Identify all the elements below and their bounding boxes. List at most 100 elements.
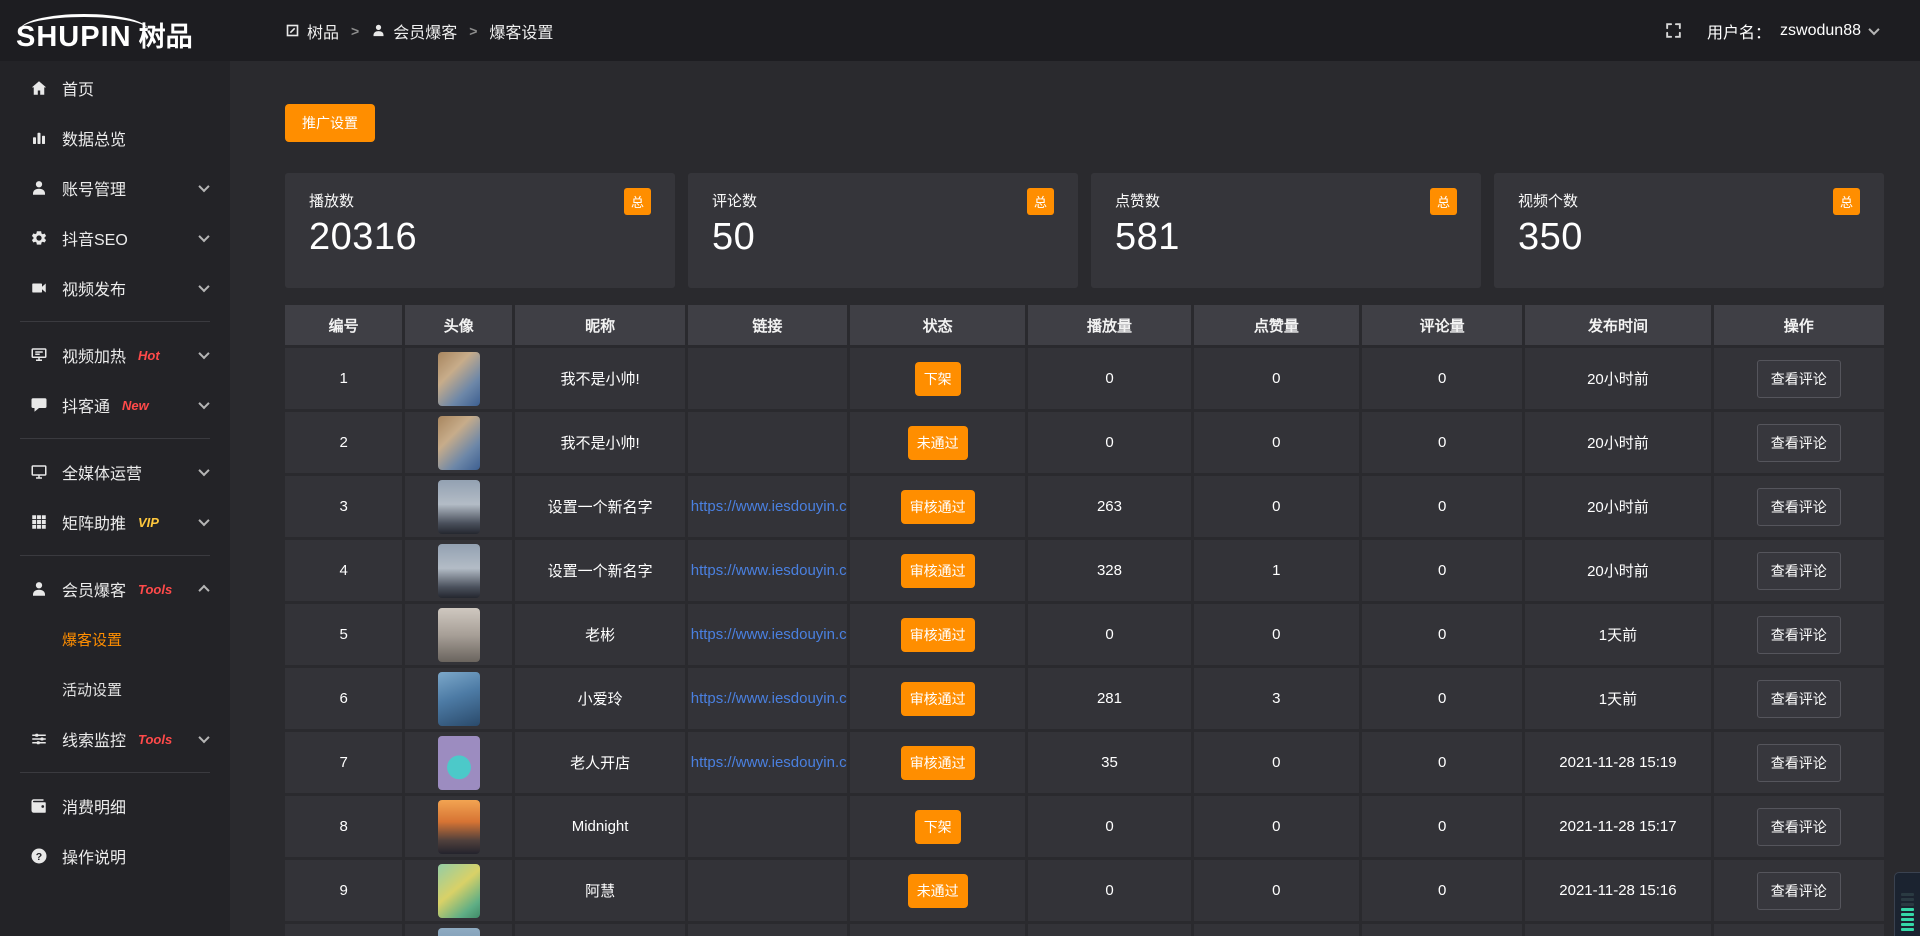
avatar bbox=[438, 864, 480, 918]
nickname: 设置一个新名字 bbox=[548, 560, 653, 581]
publish-time: 2021-11-28 15:17 bbox=[1559, 818, 1676, 835]
view-comments-button[interactable]: 查看评论 bbox=[1757, 616, 1841, 654]
chevron-down-icon bbox=[1868, 23, 1879, 34]
sidebar-item-label: 账号管理 bbox=[62, 176, 126, 200]
sidebar-item-操作说明[interactable]: ? 操作说明 bbox=[0, 831, 230, 881]
breadcrumb-separator: > bbox=[351, 23, 359, 39]
sidebar-item-线索监控[interactable]: 线索监控 Tools bbox=[0, 714, 230, 764]
sidebar-item-label: 首页 bbox=[62, 76, 94, 100]
app-logo[interactable]: SHUPIN 树品 bbox=[0, 9, 230, 52]
column-header-8: 评论量 bbox=[1362, 305, 1525, 345]
total-badge: 总 bbox=[1027, 188, 1054, 215]
sidebar-item-首页[interactable]: 首页 bbox=[0, 63, 230, 113]
video-link[interactable]: https://www.iesdouyin.c bbox=[688, 562, 847, 579]
breadcrumb-item-2[interactable]: 会员爆客 bbox=[371, 19, 457, 43]
table-header-row: 编号头像昵称链接状态播放量点赞量评论量发布时间操作 bbox=[285, 305, 1884, 345]
video-link[interactable]: https://www.iesdouyin.c bbox=[688, 498, 847, 515]
sidebar-subitem-爆客设置[interactable]: 爆客设置 bbox=[0, 614, 230, 664]
nickname: Midnight bbox=[572, 818, 629, 835]
wallet-icon bbox=[30, 797, 48, 815]
plays-count: 35 bbox=[1101, 754, 1118, 771]
likes-count: 3 bbox=[1272, 690, 1280, 707]
sidebar-item-label: 线索监控 bbox=[62, 727, 126, 751]
video-link[interactable]: https://www.iesdouyin.c bbox=[688, 754, 847, 771]
sidebar-item-视频加热[interactable]: 视频加热 Hot bbox=[0, 330, 230, 380]
comments-count: 0 bbox=[1438, 690, 1446, 707]
sidebar-item-label: 矩阵助推 bbox=[62, 510, 126, 534]
user-menu[interactable]: 用户名：zswodun88 bbox=[1707, 19, 1878, 43]
status-badge: 审核通过 bbox=[901, 554, 975, 588]
table-row: 4 设置一个新名字 https://www.iesdouyin.c 审核通过 3… bbox=[285, 540, 1884, 601]
sidebar-item-全媒体运营[interactable]: 全媒体运营 bbox=[0, 447, 230, 497]
breadcrumb-item-3[interactable]: 爆客设置 bbox=[489, 19, 553, 43]
table-row: 9 阿慧 未通过 0 0 0 2021-11-28 15:16 查看评论 bbox=[285, 860, 1884, 921]
view-comments-button[interactable]: 查看评论 bbox=[1757, 744, 1841, 782]
username: zswodun88 bbox=[1780, 22, 1861, 40]
avatar bbox=[438, 544, 480, 598]
sidebar-subitem-活动设置[interactable]: 活动设置 bbox=[0, 664, 230, 714]
view-comments-button[interactable]: 查看评论 bbox=[1757, 808, 1841, 846]
sidebar-item-badge: New bbox=[122, 398, 149, 413]
plays-count: 328 bbox=[1097, 562, 1122, 579]
sidebar-item-矩阵助推[interactable]: 矩阵助推 VIP bbox=[0, 497, 230, 547]
sidebar-item-消费明细[interactable]: 消费明细 bbox=[0, 781, 230, 831]
bar-chart-icon bbox=[30, 129, 48, 147]
help-icon: ? bbox=[30, 847, 48, 865]
stat-card-label: 播放数 bbox=[309, 190, 651, 211]
fullscreen-icon[interactable] bbox=[1664, 21, 1683, 40]
promotion-settings-button[interactable]: 推广设置 bbox=[285, 104, 375, 142]
sidebar-item-会员爆客[interactable]: 会员爆客 Tools bbox=[0, 564, 230, 614]
stat-card-4: 视频个数 350 总 bbox=[1494, 173, 1884, 288]
chevron-icon bbox=[198, 732, 209, 743]
breadcrumb-separator: > bbox=[469, 23, 477, 39]
publish-time: 20小时前 bbox=[1587, 432, 1649, 453]
nickname: 阿慧 bbox=[585, 880, 615, 901]
nickname: 我不是小帅! bbox=[560, 432, 639, 453]
status-badge: 审核通过 bbox=[901, 682, 975, 716]
view-comments-button[interactable]: 查看评论 bbox=[1757, 872, 1841, 910]
column-header-2: 头像 bbox=[405, 305, 515, 345]
stat-card-value: 20316 bbox=[309, 216, 651, 259]
comments-count: 0 bbox=[1438, 498, 1446, 515]
view-comments-button[interactable]: 查看评论 bbox=[1757, 360, 1841, 398]
sidebar-item-账号管理[interactable]: 账号管理 bbox=[0, 163, 230, 213]
status-badge: 审核通过 bbox=[901, 618, 975, 652]
row-number: 7 bbox=[339, 754, 347, 771]
sidebar-item-数据总览[interactable]: 数据总览 bbox=[0, 113, 230, 163]
sidebar-item-抖客通[interactable]: 抖客通 New bbox=[0, 380, 230, 430]
video-link[interactable]: https://www.iesdouyin.c bbox=[688, 690, 847, 707]
sidebar-item-抖音SEO[interactable]: 抖音SEO bbox=[0, 213, 230, 263]
breadcrumb-item-1[interactable]: 树品 bbox=[285, 19, 339, 43]
view-comments-button[interactable]: 查看评论 bbox=[1757, 488, 1841, 526]
plays-count: 0 bbox=[1105, 882, 1113, 899]
topbar-right: 用户名：zswodun88 bbox=[1664, 19, 1920, 43]
sidebar-item-label: 视频发布 bbox=[62, 276, 126, 300]
stat-cards: 播放数 20316 总 评论数 50 总 点赞数 581 总 视频个数 350 … bbox=[285, 173, 1884, 288]
video-link[interactable]: https://www.iesdouyin.c bbox=[688, 626, 847, 643]
sidebar-divider bbox=[20, 772, 210, 773]
nickname: 老人开店 bbox=[570, 752, 630, 773]
status-badge: 审核通过 bbox=[901, 746, 975, 780]
table-row: 5 老彬 https://www.iesdouyin.c 审核通过 0 0 0 … bbox=[285, 604, 1884, 665]
video-icon bbox=[30, 279, 48, 297]
sidebar-item-label: 抖音SEO bbox=[62, 226, 128, 250]
row-number: 4 bbox=[339, 562, 347, 579]
likes-count: 0 bbox=[1272, 370, 1280, 387]
view-comments-button[interactable]: 查看评论 bbox=[1757, 552, 1841, 590]
floating-widget[interactable] bbox=[1894, 872, 1920, 936]
member-icon bbox=[371, 23, 386, 38]
sidebar-item-label: 全媒体运营 bbox=[62, 460, 142, 484]
total-badge: 总 bbox=[1833, 188, 1860, 215]
sidebar-item-badge: Tools bbox=[138, 732, 172, 747]
nickname: 小爱玲 bbox=[578, 688, 623, 709]
row-number: 6 bbox=[339, 690, 347, 707]
sidebar-item-视频发布[interactable]: 视频发布 bbox=[0, 263, 230, 313]
dashboard-icon bbox=[285, 23, 300, 38]
svg-text:?: ? bbox=[36, 851, 42, 863]
view-comments-button[interactable]: 查看评论 bbox=[1757, 680, 1841, 718]
comments-count: 0 bbox=[1438, 882, 1446, 899]
row-number: 3 bbox=[339, 498, 347, 515]
table-row: 7 老人开店 https://www.iesdouyin.c 审核通过 35 0… bbox=[285, 732, 1884, 793]
view-comments-button[interactable]: 查看评论 bbox=[1757, 424, 1841, 462]
chevron-icon bbox=[198, 348, 209, 359]
